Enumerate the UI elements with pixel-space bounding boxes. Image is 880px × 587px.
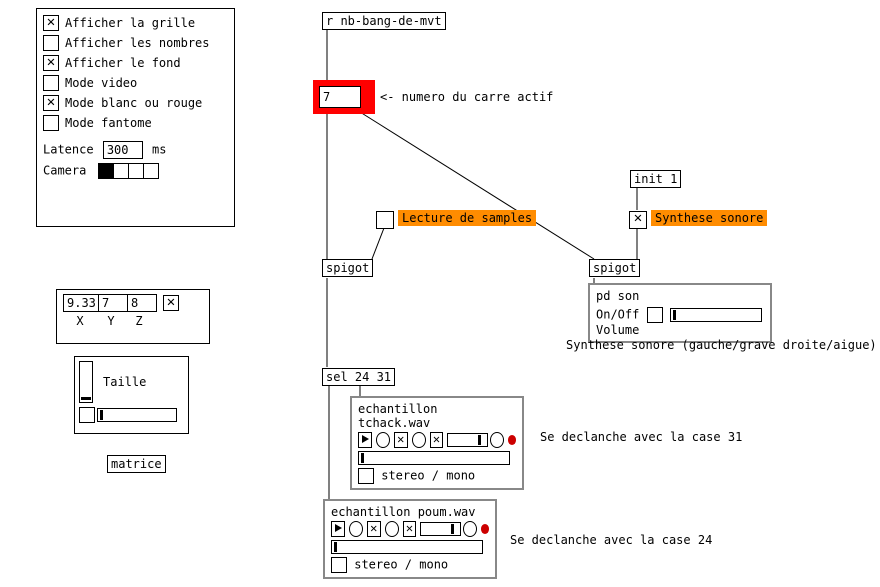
active-square-label: <- numero du carre actif (380, 90, 553, 104)
bang-button[interactable] (376, 432, 390, 448)
taille-panel: Taille (74, 356, 189, 434)
xyz-toggle[interactable]: ✕ (163, 295, 179, 311)
play-icon[interactable] (331, 521, 345, 537)
pd-son-title: pd son (596, 289, 764, 303)
sample-b-mono-label: stereo / mono (354, 558, 448, 572)
toggle-a1[interactable]: ✕ (394, 432, 408, 448)
play-icon[interactable] (358, 432, 372, 448)
bang-button-2[interactable] (385, 521, 399, 537)
xyz-z[interactable]: 8 (128, 294, 157, 312)
pd-son-onoff-label: On/Off (596, 308, 639, 322)
init-message[interactable]: init 1 (630, 170, 681, 188)
option-toggle[interactable] (43, 115, 59, 131)
option-row: Mode fantome (43, 115, 228, 131)
bang-button-3[interactable] (463, 521, 477, 537)
sel-object[interactable]: sel 24 31 (322, 368, 395, 386)
latency-value[interactable]: 300 (103, 141, 143, 159)
active-square-number[interactable]: 7 (319, 86, 361, 108)
bang-button[interactable] (349, 521, 363, 537)
taille-hslider[interactable] (97, 408, 177, 422)
lecture-toggle[interactable] (376, 211, 394, 229)
pd-son-subpatch[interactable]: pd son On/Off Volume (588, 283, 772, 343)
option-label: Afficher les nombres (65, 36, 210, 50)
xyz-ylabel: Y (97, 314, 125, 328)
synth-help: Synthese sonore (gauche/grave droite/aig… (566, 338, 877, 352)
sample-tchack-file: echantillon tchack.wav (358, 402, 516, 430)
option-toggle[interactable] (43, 75, 59, 91)
option-label: Afficher le fond (65, 56, 181, 70)
toggle-b2[interactable]: ✕ (403, 521, 417, 537)
latency-unit: ms (152, 143, 166, 157)
pd-son-volume-label: Volume (596, 323, 639, 337)
option-row: ✕ Afficher le fond (43, 55, 228, 71)
option-label: Afficher la grille (65, 16, 195, 30)
record-icon[interactable] (508, 435, 516, 445)
active-square-wrap: 7 (313, 80, 375, 114)
sample-a-mono-label: stereo / mono (381, 469, 475, 483)
synth-toggle[interactable]: ✕ (629, 211, 647, 229)
xyz-zlabel: Z (125, 314, 153, 328)
sample-tchack-panel: echantillon tchack.wav ✕ ✕ stereo / mono (350, 396, 524, 490)
spigot-left[interactable]: spigot (322, 259, 373, 277)
option-row: Afficher les nombres (43, 35, 228, 51)
option-toggle[interactable] (43, 35, 59, 51)
record-icon[interactable] (481, 524, 489, 534)
latency-label: Latence (43, 143, 94, 157)
options-panel: ✕ Afficher la grille Afficher les nombres ✕… (36, 8, 235, 227)
sample-b-comment: Se declanche avec la case 24 (510, 533, 712, 547)
camera-radio[interactable] (98, 163, 159, 179)
spigot-right[interactable]: spigot (589, 259, 640, 277)
taille-label: Taille (103, 375, 146, 389)
toggle-a2[interactable]: ✕ (430, 432, 444, 448)
sample-poum-file: echantillon poum.wav (331, 505, 489, 519)
xyz-y[interactable]: 7 (99, 294, 128, 312)
sample-b-volume[interactable] (420, 522, 460, 536)
xyz-xlabel: X (63, 314, 97, 328)
option-row: ✕ Mode blanc ou rouge (43, 95, 228, 111)
taille-toggle[interactable] (79, 407, 95, 423)
matrice-object[interactable]: matrice (107, 455, 166, 473)
option-label: Mode blanc ou rouge (65, 96, 202, 110)
pd-son-onoff-toggle[interactable] (647, 307, 663, 323)
lecture-label: Lecture de samples (398, 211, 536, 225)
xyz-x[interactable]: 9.33 (63, 294, 99, 312)
taille-vslider[interactable] (79, 361, 93, 403)
toggle-b1[interactable]: ✕ (367, 521, 381, 537)
camera-label: Camera (43, 164, 86, 178)
receive-nb-bang[interactable]: r nb-bang-de-mvt (322, 12, 446, 30)
bang-button-2[interactable] (412, 432, 426, 448)
sample-b-mono-toggle[interactable] (331, 557, 347, 573)
option-label: Mode fantome (65, 116, 152, 130)
synth-label: Synthese sonore (651, 211, 767, 225)
option-row: Mode video (43, 75, 228, 91)
sample-b-position[interactable] (331, 540, 483, 554)
option-label: Mode video (65, 76, 137, 90)
option-toggle[interactable]: ✕ (43, 15, 59, 31)
pd-son-volume-slider[interactable] (670, 308, 762, 322)
sample-a-position[interactable] (358, 451, 510, 465)
sample-a-comment: Se declanche avec la case 31 (540, 430, 742, 444)
option-row: ✕ Afficher la grille (43, 15, 228, 31)
option-toggle[interactable]: ✕ (43, 55, 59, 71)
xyz-panel: 9.33 7 8 ✕ X Y Z (56, 289, 210, 344)
sample-a-mono-toggle[interactable] (358, 468, 374, 484)
sample-poum-panel: echantillon poum.wav ✕ ✕ stereo / mono (323, 499, 497, 579)
option-toggle[interactable]: ✕ (43, 95, 59, 111)
sample-a-volume[interactable] (447, 433, 487, 447)
bang-button-3[interactable] (490, 432, 504, 448)
